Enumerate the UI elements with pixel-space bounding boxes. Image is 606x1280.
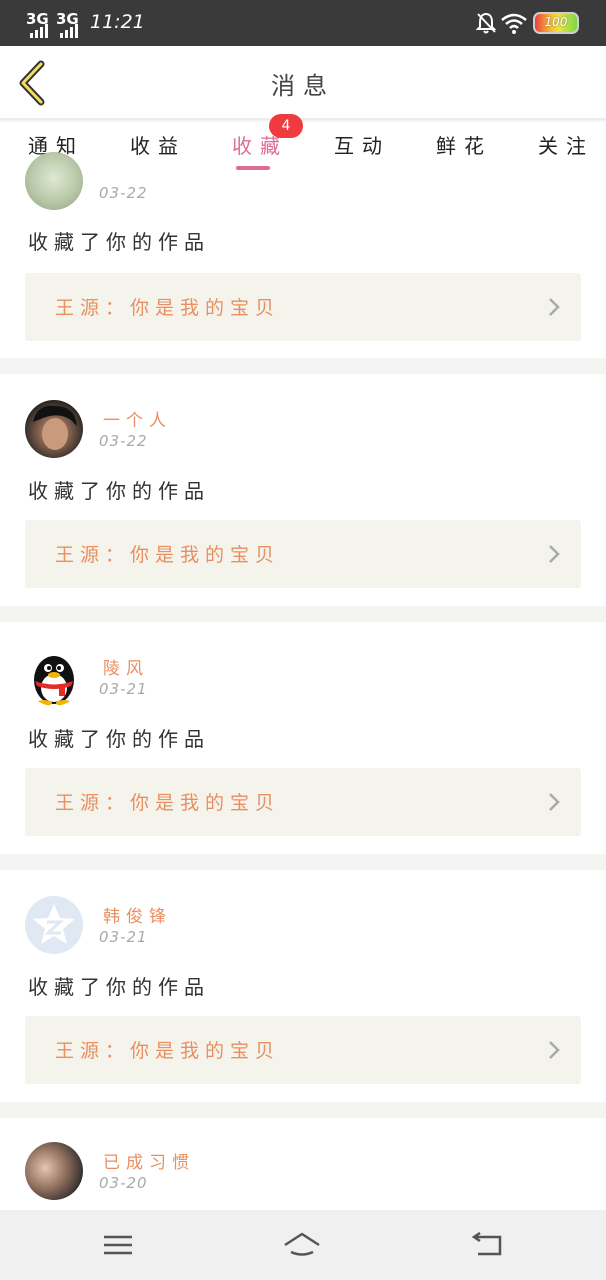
tab-flowers[interactable]: 鲜花 xyxy=(436,130,492,159)
avatar[interactable] xyxy=(25,1142,83,1200)
list-item[interactable]: 陵风 03-21 收藏了你的作品 王源：你是我的宝贝 xyxy=(0,622,606,854)
source-link[interactable]: 王源：你是我的宝贝 xyxy=(25,1016,581,1084)
message-date: 03-21 xyxy=(99,680,148,698)
battery-level: 100 xyxy=(544,15,568,29)
tab-interactions[interactable]: 互动 xyxy=(334,130,390,159)
clock: 11:21 xyxy=(90,11,145,33)
avatar[interactable] xyxy=(25,152,83,210)
source-link[interactable]: 王源：你是我的宝贝 xyxy=(25,768,581,836)
qzone-star-avatar[interactable] xyxy=(25,896,83,954)
back-icon[interactable] xyxy=(468,1228,508,1262)
list-item[interactable]: 已成习惯 03-20 xyxy=(0,1118,606,1210)
tab-earnings[interactable]: 收益 xyxy=(130,130,186,159)
list-item[interactable]: 一个人 03-22 收藏了你的作品 王源：你是我的宝贝 xyxy=(0,374,606,606)
message-date: 03-22 xyxy=(99,184,148,202)
system-nav-bar xyxy=(0,1210,606,1280)
message-date: 03-22 xyxy=(99,432,148,450)
status-bar: 3G 3G 11:21 100 xyxy=(0,0,606,46)
battery-icon: 100 xyxy=(533,12,579,34)
header: 消息 xyxy=(0,46,606,120)
source-link[interactable]: 王源：你是我的宝贝 xyxy=(25,520,581,588)
user-name[interactable]: 韩俊锋 xyxy=(103,902,172,927)
bell-muted-icon xyxy=(475,12,497,34)
message-action: 收藏了你的作品 xyxy=(28,479,210,503)
source-title: 王源：你是我的宝贝 xyxy=(55,544,281,566)
signal-bars-icon xyxy=(30,20,48,38)
source-title: 王源：你是我的宝贝 xyxy=(55,297,281,319)
message-action: 收藏了你的作品 xyxy=(28,975,210,999)
signal-bars-icon xyxy=(60,20,78,38)
active-tab-indicator xyxy=(236,166,270,170)
page-title: 消息 xyxy=(271,72,335,100)
chevron-right-icon xyxy=(549,1041,560,1059)
chevron-right-icon xyxy=(549,545,560,563)
wifi-icon xyxy=(501,13,527,34)
source-title: 王源：你是我的宝贝 xyxy=(55,1040,281,1062)
user-name[interactable]: 陵风 xyxy=(103,654,149,679)
home-icon[interactable] xyxy=(282,1228,322,1262)
message-action: 收藏了你的作品 xyxy=(28,230,210,254)
unread-badge: 4 xyxy=(269,114,303,138)
user-name[interactable]: 已成习惯 xyxy=(103,1148,195,1173)
menu-icon[interactable] xyxy=(98,1228,138,1262)
message-date: 03-21 xyxy=(99,928,148,946)
tab-follows[interactable]: 关注 xyxy=(538,130,594,159)
message-date: 03-20 xyxy=(99,1174,148,1192)
message-action: 收藏了你的作品 xyxy=(28,727,210,751)
list-item[interactable]: 韩俊锋 03-21 收藏了你的作品 王源：你是我的宝贝 xyxy=(0,870,606,1102)
tab-bar: 通知 收益 收藏 互动 鲜花 关注 xyxy=(0,122,606,174)
list-item[interactable]: 03-22 收藏了你的作品 王源：你是我的宝贝 xyxy=(0,152,606,358)
qq-penguin-avatar[interactable] xyxy=(25,648,83,706)
source-link[interactable]: 王源：你是我的宝贝 xyxy=(25,273,581,341)
avatar[interactable] xyxy=(25,400,83,458)
chevron-right-icon xyxy=(549,298,560,316)
chevron-right-icon xyxy=(549,793,560,811)
user-name[interactable]: 一个人 xyxy=(103,406,172,431)
source-title: 王源：你是我的宝贝 xyxy=(55,792,281,814)
